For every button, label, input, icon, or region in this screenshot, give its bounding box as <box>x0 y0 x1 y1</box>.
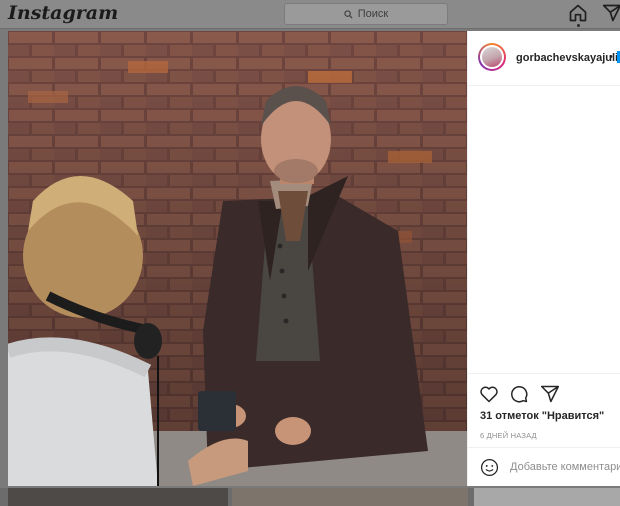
search-icon <box>344 9 353 19</box>
feed-background-strip <box>0 488 620 506</box>
post-header: gorbachevskayajuli • <box>468 31 620 86</box>
avatar[interactable] <box>478 43 506 71</box>
likes-count[interactable]: 31 отметок "Нравится" <box>480 410 604 422</box>
instagram-logo[interactable]: Instagram <box>8 2 118 24</box>
post-photo[interactable] <box>8 31 467 486</box>
header-separator: • <box>609 51 613 63</box>
search-placeholder: Поиск <box>357 8 389 20</box>
comment-input[interactable]: Добавьте комментарий... <box>510 461 620 473</box>
heart-icon[interactable] <box>479 384 499 404</box>
home-icon[interactable] <box>568 3 588 23</box>
username-link[interactable]: gorbachevskayajuli <box>516 52 618 64</box>
avatar-border <box>480 45 504 69</box>
feed-thumbnail <box>8 488 228 506</box>
feed-thumbnail <box>232 488 468 506</box>
emoji-icon[interactable] <box>480 458 499 477</box>
post-side-panel: gorbachevskayajuli • 31 отметок "Нравитс… <box>467 31 620 486</box>
add-comment-row: Добавьте комментарий... <box>468 447 620 488</box>
share-icon[interactable] <box>540 384 560 404</box>
post-timestamp[interactable]: 6 ДНЕЙ НАЗАД <box>480 431 537 440</box>
feed-thumbnail <box>474 488 620 506</box>
home-active-dot <box>577 24 580 27</box>
direct-icon[interactable] <box>602 3 620 23</box>
comment-icon[interactable] <box>509 384 529 404</box>
post-actions: 31 отметок "Нравится" 6 ДНЕЙ НАЗАД Добав… <box>468 373 620 487</box>
search-box[interactable]: Поиск <box>284 3 448 25</box>
photo-image <box>8 31 467 486</box>
top-nav-bar: Instagram Поиск <box>0 0 620 29</box>
avatar-image <box>482 47 502 67</box>
